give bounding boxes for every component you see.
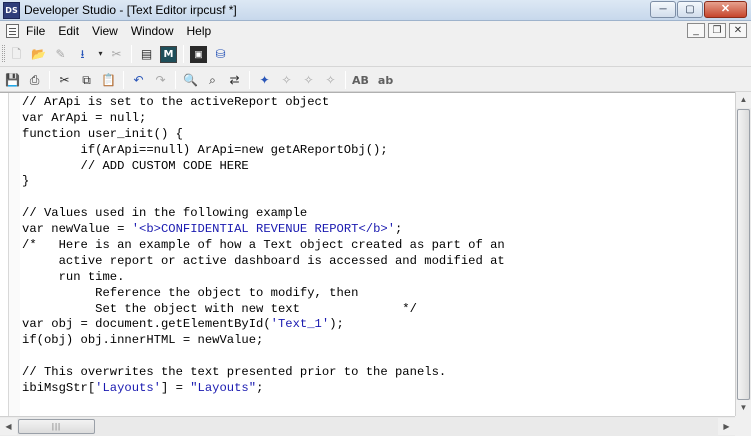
- code-line: var obj = document.getElementById('Text_…: [22, 317, 734, 333]
- window-title: Developer Studio - [Text Editor irpcusf …: [24, 3, 237, 17]
- open-folder-icon[interactable]: 📂: [30, 46, 47, 63]
- code-text: var newValue =: [22, 222, 132, 237]
- code-line: /* Here is an example of how a Text obje…: [22, 238, 505, 253]
- code-line: if(ArApi==null) ArApi=new getAReportObj(…: [22, 142, 388, 157]
- editor-gutter: [8, 93, 20, 416]
- code-line: var newValue = '<b>CONFIDENTIAL REVENUE …: [22, 222, 734, 238]
- deploy-icon[interactable]: ⭳: [74, 46, 91, 63]
- scroll-right-button[interactable]: ▶: [718, 418, 735, 435]
- horizontal-scrollbar[interactable]: ◀ ||| ▶: [0, 416, 735, 436]
- text-editor[interactable]: // ArApi is set to the activeReport obje…: [0, 92, 735, 416]
- toolbar-separator: [175, 71, 176, 89]
- menu-help[interactable]: Help: [187, 24, 212, 38]
- code-text: );: [329, 317, 344, 332]
- code-line: // ArApi is set to the activeReport obje…: [22, 95, 330, 109]
- editor-toolbar: 💾 ⎙ ✂ ⧉ 📋 ↶ ↷ 🔍 ⌕ ⇄ ✦ ✧ ✧ ✧ AB ab: [0, 67, 751, 92]
- doc-minimize-button[interactable]: _: [687, 23, 705, 38]
- properties-icon[interactable]: ▤: [138, 46, 155, 63]
- code-line: // Values used in the following example: [22, 206, 308, 221]
- next-bookmark-icon[interactable]: ✧: [278, 72, 295, 89]
- toggle-bookmark-icon[interactable]: ✦: [256, 72, 273, 89]
- code-line: run time.: [22, 269, 125, 284]
- redo-icon[interactable]: ↷: [152, 72, 169, 89]
- doc-restore-button[interactable]: ❐: [708, 23, 726, 38]
- toolbar-separator: [49, 71, 50, 89]
- code-line: }: [22, 174, 30, 189]
- menu-edit[interactable]: Edit: [58, 24, 79, 38]
- code-area[interactable]: // ArApi is set to the activeReport obje…: [22, 95, 734, 397]
- code-text: ] =: [160, 381, 191, 396]
- find-icon[interactable]: 🔍: [182, 72, 199, 89]
- delete-disabled-icon: ✂: [111, 47, 122, 61]
- edit-icon[interactable]: ✎: [52, 46, 69, 63]
- toolbar-separator: [131, 45, 132, 63]
- code-line: // This overwrites the text presented pr…: [22, 365, 447, 380]
- cut-icon[interactable]: ✂: [56, 72, 73, 89]
- undo-icon[interactable]: ↶: [130, 72, 147, 89]
- string-literal: 'Text_1': [270, 317, 330, 332]
- uppercase-button[interactable]: AB: [352, 74, 369, 87]
- string-literal: "Layouts": [190, 381, 257, 396]
- menu-window[interactable]: Window: [131, 24, 174, 38]
- toolbar-separator: [123, 71, 124, 89]
- code-text: ibiMsgStr[: [22, 381, 96, 396]
- toolbar-separator: [183, 45, 184, 63]
- document-window-controls: _ ❐ ✕: [684, 23, 747, 38]
- menu-items: File Edit View Window Help: [26, 24, 224, 38]
- title-bar: DS Developer Studio - [Text Editor irpcu…: [0, 0, 751, 21]
- string-literal: 'Layouts': [95, 381, 161, 396]
- replace-icon[interactable]: ⇄: [226, 72, 243, 89]
- string-literal: '<b>CONFIDENTIAL REVENUE REPORT</b>': [131, 222, 396, 237]
- previous-bookmark-icon[interactable]: ✧: [300, 72, 317, 89]
- new-file-icon[interactable]: 🗋: [8, 46, 25, 63]
- scrollbar-corner: [735, 416, 751, 436]
- code-text: var obj = document.getElementById(: [22, 317, 271, 332]
- scroll-up-button[interactable]: ▲: [736, 92, 751, 108]
- menu-view[interactable]: View: [92, 24, 118, 38]
- vertical-scrollbar[interactable]: ▲ ▼: [735, 92, 751, 416]
- code-line: // ADD CUSTOM CODE HERE: [22, 158, 249, 173]
- deploy-dropdown-icon[interactable]: ▾: [96, 46, 105, 63]
- code-line: var ArApi = null;: [22, 110, 147, 125]
- developer-studio-app-icon[interactable]: DS: [3, 2, 20, 19]
- window-controls: ─ ▢ ✕: [649, 1, 747, 18]
- vertical-scroll-thumb[interactable]: [737, 109, 750, 400]
- code-text: ;: [395, 222, 403, 237]
- menu-bar: File Edit View Window Help _ ❐ ✕: [0, 21, 751, 41]
- close-button[interactable]: ✕: [704, 1, 747, 18]
- minimize-button[interactable]: ─: [650, 1, 676, 18]
- print-icon[interactable]: ⎙: [26, 72, 43, 89]
- menu-file[interactable]: File: [26, 24, 45, 38]
- toolbar-separator: [249, 71, 250, 89]
- find-next-icon[interactable]: ⌕: [204, 72, 221, 89]
- toolbar-grip[interactable]: [2, 45, 5, 62]
- scroll-down-button[interactable]: ▼: [736, 400, 751, 416]
- save-icon[interactable]: 💾: [4, 72, 21, 89]
- database-icon[interactable]: ⛁: [212, 46, 229, 63]
- maximize-button[interactable]: ▢: [677, 1, 703, 18]
- doc-close-button[interactable]: ✕: [729, 23, 747, 38]
- code-text: ;: [256, 381, 264, 396]
- code-line: if(obj) obj.innerHTML = newValue;: [22, 333, 264, 348]
- clear-bookmarks-icon[interactable]: ✧: [322, 72, 339, 89]
- main-toolbar: 🗋 📂 ✎ ⭳ ▾ ✂ ▤ M ▣ ⛁: [0, 41, 751, 67]
- terminal-icon[interactable]: ▣: [190, 45, 207, 63]
- lowercase-button[interactable]: ab: [378, 74, 393, 87]
- code-line: Set the object with new text */: [22, 301, 417, 316]
- code-line: ibiMsgStr['Layouts'] = "Layouts";: [22, 381, 734, 397]
- copy-icon[interactable]: ⧉: [78, 72, 95, 89]
- code-line: Reference the object to modify, then: [22, 285, 359, 300]
- scroll-left-button[interactable]: ◀: [0, 418, 17, 435]
- m-button-icon[interactable]: M: [160, 45, 177, 63]
- document-menu-icon[interactable]: [6, 24, 19, 38]
- code-line: function user_init() {: [22, 126, 183, 141]
- paste-icon[interactable]: 📋: [100, 72, 117, 89]
- code-line: active report or active dashboard is acc…: [22, 253, 505, 268]
- toolbar-separator: [345, 71, 346, 89]
- horizontal-scroll-thumb[interactable]: |||: [18, 419, 95, 434]
